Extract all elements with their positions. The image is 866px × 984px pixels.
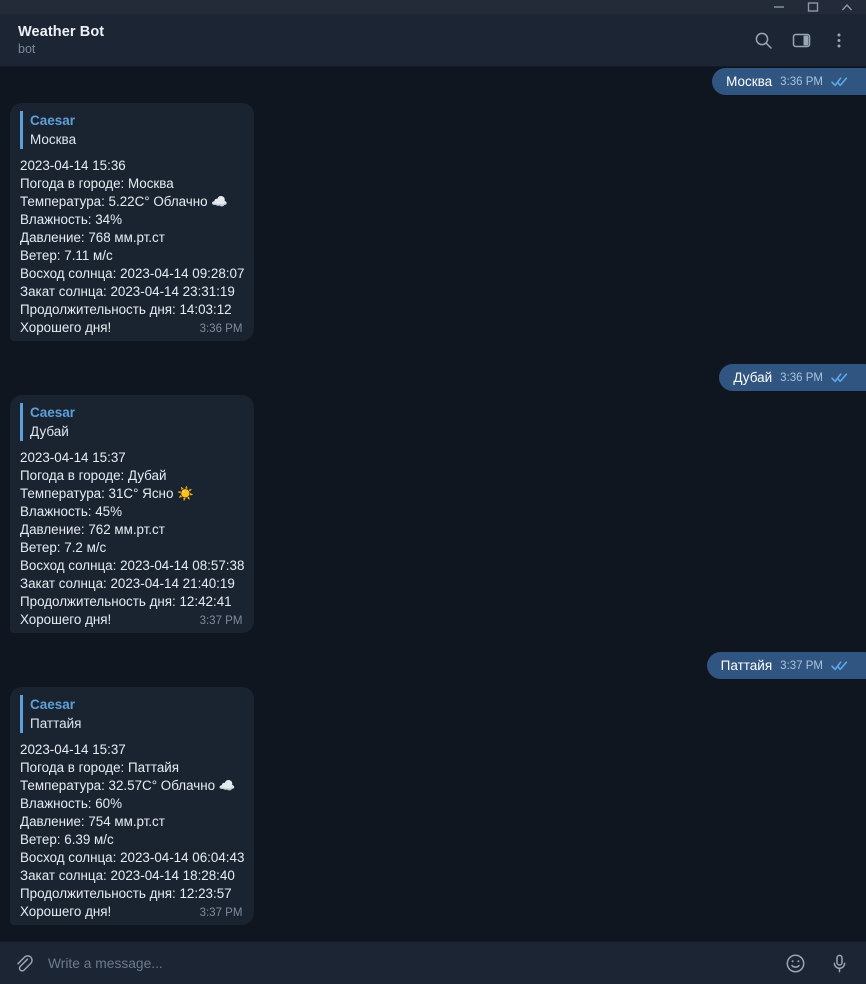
incoming-message-bubble[interactable]: Caesar Москва 2023-04-14 15:36 Погода в гор… (10, 103, 255, 342)
window-titlebar (0, 0, 866, 14)
read-ticks-icon (831, 372, 848, 383)
more-menu-icon[interactable] (828, 29, 850, 51)
message-line: Температура: 31C° Ясно ☀️ (20, 486, 194, 502)
message-input[interactable] (36, 955, 782, 971)
message-line: Закат солнца: 2023-04-14 18:28:40 (20, 868, 235, 884)
message-row: Паттайя 3:37 PM (0, 652, 866, 679)
message-line: Ветер: 6.39 м/с (20, 832, 114, 848)
message-line: Закат солнца: 2023-04-14 23:31:19 (20, 284, 235, 300)
chat-title: Weather Bot (18, 24, 105, 40)
outgoing-message-bubble[interactable]: Москва 3:36 PM (712, 68, 866, 95)
message-row: Дубай 3:36 PM (0, 364, 866, 391)
reply-quote-author: Caesar (30, 113, 76, 128)
reply-quote-text: Паттайя (30, 716, 82, 732)
emoji-icon[interactable] (782, 950, 808, 976)
paperclip-icon[interactable] (10, 950, 36, 976)
reply-quote-author: Caesar (30, 405, 76, 420)
message-line: Давление: 768 мм.рт.ст (20, 230, 165, 246)
reply-quote-text: Дубай (30, 424, 69, 440)
message-body: 2023-04-14 15:36 Погода в городе: Москва Т… (20, 157, 244, 337)
message-line: Влажность: 60% (20, 796, 123, 812)
message-list[interactable]: Москва 3:36 PM Caesar Москва 2023-04-14 15:3… (0, 67, 866, 941)
incoming-message-bubble[interactable]: Caesar Паттайя 2023-04-14 15:37 Погода в го… (10, 687, 255, 926)
message-line: 2023-04-14 15:37 (20, 450, 126, 466)
message-row: Caesar Паттайя 2023-04-14 15:37 Погода в го… (0, 687, 866, 926)
reply-quote[interactable]: Caesar Дубай (20, 403, 244, 442)
search-icon[interactable] (752, 29, 774, 51)
minimize-button[interactable] (762, 0, 796, 14)
message-line: 2023-04-14 15:37 (20, 742, 126, 758)
reply-quote[interactable]: Caesar Паттайя (20, 695, 244, 734)
message-body: 2023-04-14 15:37 Погода в городе: Паттайя… (20, 741, 244, 921)
incoming-message-bubble[interactable]: Caesar Дубай 2023-04-14 15:37 Погода в горо… (10, 395, 255, 634)
close-button[interactable] (830, 0, 864, 14)
microphone-icon[interactable] (826, 950, 852, 976)
message-line: 2023-04-14 15:36 (20, 158, 126, 174)
maximize-button[interactable] (796, 0, 830, 14)
message-line: Погода в городе: Дубай (20, 468, 167, 484)
message-line: Восход солнца: 2023-04-14 06:04:43 (20, 850, 245, 866)
message-line: Восход солнца: 2023-04-14 09:28:07 (20, 266, 245, 282)
message-line: Погода в городе: Паттайя (20, 760, 180, 776)
chat-header-info[interactable]: Weather Bot bot (18, 24, 752, 56)
message-row: Caesar Дубай 2023-04-14 15:37 Погода в горо… (0, 395, 866, 634)
message-line: Продолжительность дня: 12:42:41 (20, 594, 232, 610)
read-ticks-icon (831, 660, 848, 671)
message-time: 3:36 PM (780, 75, 823, 88)
message-line: Влажность: 45% (20, 504, 123, 520)
message-line: Продолжительность дня: 12:23:57 (20, 886, 232, 902)
reply-quote-text: Москва (30, 132, 77, 148)
chat-header: Weather Bot bot (0, 14, 866, 67)
reply-quote[interactable]: Caesar Москва (20, 111, 244, 150)
message-line: Температура: 32.57C° Облачно ☁️ (20, 778, 236, 794)
chat-subtitle: bot (18, 42, 36, 56)
message-line: Давление: 762 мм.рт.ст (20, 522, 165, 538)
message-text: Паттайя (720, 658, 773, 673)
message-text: Дубай (733, 370, 773, 385)
reply-quote-author: Caesar (30, 697, 76, 712)
message-line: Ветер: 7.11 м/с (20, 248, 113, 264)
read-ticks-icon (831, 76, 848, 87)
message-time: 3:37 PM (780, 659, 823, 672)
message-line: Погода в городе: Москва (20, 176, 174, 192)
message-line: Ветер: 7.2 м/с (20, 540, 107, 556)
window-controls (762, 0, 864, 14)
message-row: Caesar Москва 2023-04-14 15:36 Погода в гор… (0, 103, 866, 342)
composer-actions (782, 950, 852, 976)
message-text: Москва (726, 74, 773, 89)
outgoing-message-bubble[interactable]: Паттайя 3:37 PM (706, 652, 866, 679)
outgoing-message-bubble[interactable]: Дубай 3:36 PM (719, 364, 866, 391)
message-line: Закат солнца: 2023-04-14 21:40:19 (20, 576, 235, 592)
message-line: Продолжительность дня: 14:03:12 (20, 302, 232, 318)
message-row: Москва 3:36 PM (0, 68, 866, 95)
message-line: Температура: 5.22C° Облачно ☁️ (20, 194, 229, 210)
message-line: Влажность: 34% (20, 212, 123, 228)
message-body: 2023-04-14 15:37 Погода в городе: Дубай Те… (20, 449, 244, 629)
chat-header-actions (752, 29, 850, 51)
message-line: Давление: 754 мм.рт.ст (20, 814, 165, 830)
message-line: Восход солнца: 2023-04-14 08:57:38 (20, 558, 245, 574)
panel-icon[interactable] (790, 29, 812, 51)
message-composer (0, 941, 866, 984)
telegram-window: Weather Bot bot Москва 3:36 PM Caesar Мо… (0, 0, 866, 984)
message-time: 3:36 PM (780, 371, 823, 384)
